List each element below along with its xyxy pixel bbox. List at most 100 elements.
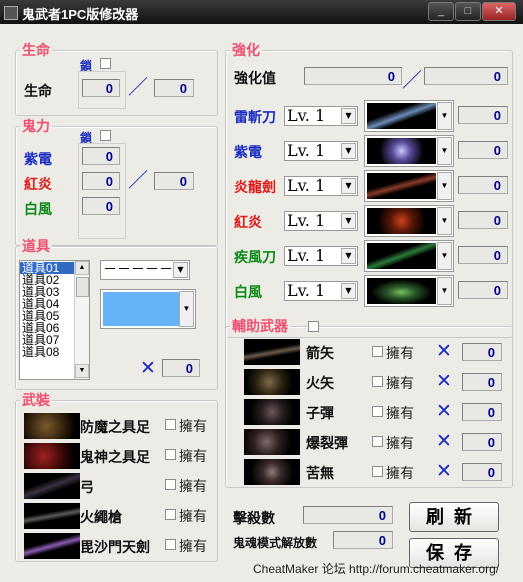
aux-value-field[interactable]: 0 [462,463,502,481]
item-count-field[interactable]: 0 [162,359,200,377]
weapon-value-field[interactable]: 0 [458,141,508,159]
weapon-image-combo[interactable]: ▼ [364,100,454,132]
aux-image [244,399,300,425]
weapon-level-combo[interactable]: Lv. 1 ▼ [284,176,358,196]
kills-label: 擊殺數 [233,510,275,526]
weapon-image [367,243,436,269]
item-image-combo[interactable]: ▼ [100,289,196,329]
chevron-down-icon[interactable]: ▼ [437,242,452,270]
enhance-value-field[interactable]: 0 [304,67,402,85]
ki-lock-checkbox[interactable] [100,130,111,141]
weapon-image-combo[interactable]: ▼ [364,240,454,272]
times-icon: ✕ [436,401,452,422]
aux-name: 爆裂彈 [306,435,348,451]
chevron-down-icon[interactable]: ▼ [341,108,356,124]
item-type-combo[interactable]: －－－－－ ▼ [100,260,190,280]
status-text: CheatMaker 论坛 http://forum.cheatmaker.or… [253,562,500,576]
times-icon: ✕ [436,371,452,392]
client-area: 生命 鎖 生命 0 ／ 0 鬼力 鎖 紫電 0 紅炎 0 ／ 0 白風 0 道具 [3,26,519,578]
scroll-thumb[interactable] [76,277,89,297]
chevron-down-icon[interactable]: ▼ [341,143,356,159]
weapon-level-combo[interactable]: Lv. 1 ▼ [284,246,358,266]
maximize-button[interactable]: □ [455,2,481,21]
weapon-level-value: Lv. 1 [287,246,326,265]
times-icon: ✕ [140,358,156,379]
weapon-image [367,208,436,234]
armor-image [24,473,80,499]
weapon-level-combo[interactable]: Lv. 1 ▼ [284,141,358,161]
weapon-image-combo[interactable]: ▼ [364,135,454,167]
armor-owned-checkbox[interactable] [165,419,176,430]
armor-owned-checkbox[interactable] [165,479,176,490]
weapon-name: 紫電 [234,144,262,160]
scroll-down-icon[interactable]: ▼ [75,364,89,378]
weapon-image-combo[interactable]: ▼ [364,170,454,202]
weapon-level-combo[interactable]: Lv. 1 ▼ [284,211,358,231]
aux-value-field[interactable]: 0 [462,433,502,451]
ki-purple-field[interactable]: 0 [82,147,120,165]
scroll-up-icon[interactable]: ▲ [75,261,89,275]
weapon-value-field[interactable]: 0 [458,246,508,264]
refresh-button[interactable]: 刷新 [409,502,499,532]
aux-group-title: 輔助武器 [230,318,290,334]
ki-white-label: 白風 [24,201,52,217]
aux-owned-checkbox[interactable] [372,466,383,477]
armor-image [24,503,80,529]
ki-red-field[interactable]: 0 [82,172,120,190]
ki-white-field[interactable]: 0 [82,197,120,215]
aux-owned-checkbox[interactable] [372,406,383,417]
aux-owned-checkbox[interactable] [372,436,383,447]
chevron-down-icon[interactable]: ▼ [437,102,452,130]
chevron-down-icon[interactable]: ▼ [341,213,356,229]
items-listbox[interactable]: 道具01 道具02 道具03 道具04 道具05 道具06 道具07 道具08 … [19,260,90,380]
items-scrollbar[interactable]: ▲ ▼ [74,261,89,379]
weapon-level-combo[interactable]: Lv. 1 ▼ [284,106,358,126]
chevron-down-icon[interactable]: ▼ [173,262,188,278]
weapon-value-field[interactable]: 0 [458,211,508,229]
unlock-label: 鬼魂模式解放數 [233,536,318,550]
chevron-down-icon[interactable]: ▼ [341,283,356,299]
chevron-down-icon[interactable]: ▼ [341,248,356,264]
close-button[interactable]: ✕ [482,2,516,21]
aux-lock-checkbox[interactable] [308,321,319,332]
chevron-down-icon[interactable]: ▼ [437,207,452,235]
chevron-down-icon[interactable]: ▼ [179,291,194,327]
title-bar[interactable]: 鬼武者1PC版修改器 _ □ ✕ [0,0,523,24]
aux-value-field[interactable]: 0 [462,403,502,421]
armor-image [24,443,80,469]
aux-owned-checkbox[interactable] [372,376,383,387]
chevron-down-icon[interactable]: ▼ [437,172,452,200]
weapon-name: 疾風刀 [234,249,276,265]
aux-owned-checkbox[interactable] [372,346,383,357]
weapon-image-combo[interactable]: ▼ [364,205,454,237]
armor-owned-label: 擁有 [179,478,207,494]
armor-owned-checkbox[interactable] [165,509,176,520]
weapon-level-combo[interactable]: Lv. 1 ▼ [284,281,358,301]
armor-name: 火繩槍 [80,509,122,525]
life-lock-checkbox[interactable] [100,58,111,69]
enhance-group-title: 強化 [230,42,262,58]
weapon-value-field[interactable]: 0 [458,106,508,124]
aux-value-field[interactable]: 0 [462,343,502,361]
enhance-max-field[interactable]: 0 [424,67,508,85]
weapon-image-combo[interactable]: ▼ [364,275,454,307]
minimize-button[interactable]: _ [428,2,454,21]
life-max-field[interactable]: 0 [154,79,194,97]
aux-name: 子彈 [306,405,334,421]
weapon-level-value: Lv. 1 [287,106,326,125]
armor-owned-label: 擁有 [179,448,207,464]
kills-field[interactable]: 0 [303,506,393,524]
weapon-image [367,173,436,199]
chevron-down-icon[interactable]: ▼ [341,178,356,194]
life-value-field[interactable]: 0 [82,79,120,97]
chevron-down-icon[interactable]: ▼ [437,137,452,165]
list-item[interactable]: 道具08 [20,346,74,358]
unlock-field[interactable]: 0 [333,531,393,549]
aux-value-field[interactable]: 0 [462,373,502,391]
armor-owned-checkbox[interactable] [165,449,176,460]
weapon-value-field[interactable]: 0 [458,281,508,299]
armor-owned-checkbox[interactable] [165,539,176,550]
weapon-value-field[interactable]: 0 [458,176,508,194]
ki-red-max-field[interactable]: 0 [154,172,194,190]
chevron-down-icon[interactable]: ▼ [437,277,452,305]
